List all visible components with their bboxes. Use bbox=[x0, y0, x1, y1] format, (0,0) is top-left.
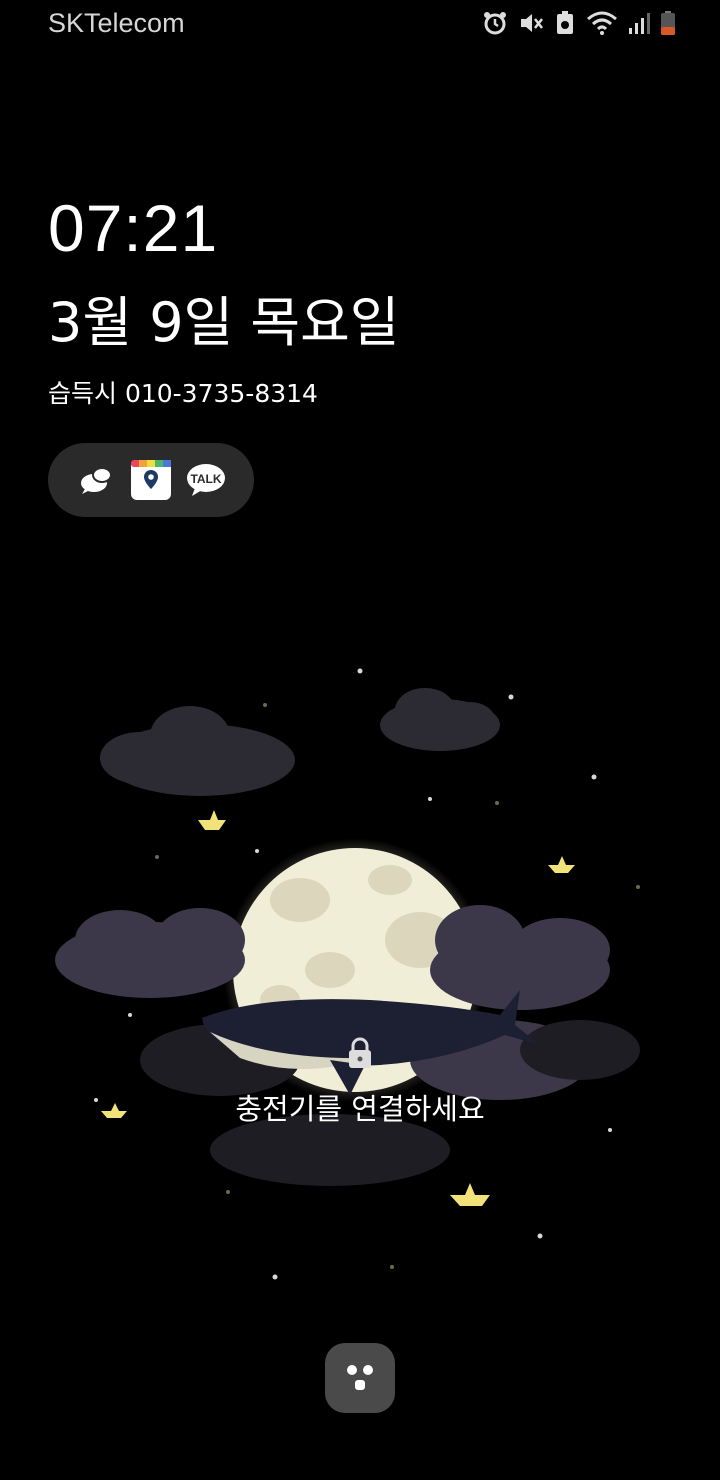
battery-saver-icon bbox=[554, 10, 576, 36]
signal-icon bbox=[628, 10, 650, 36]
mute-icon bbox=[518, 10, 544, 36]
carrier-name: SKTelecom bbox=[48, 8, 185, 38]
wifi-icon bbox=[586, 10, 618, 36]
lockscreen-date: 3월 9일 목요일 bbox=[48, 291, 400, 354]
charge-hint-text: 충전기를 연결하세요 bbox=[235, 1092, 485, 1126]
kakaotalk-icon[interactable]: TALK bbox=[184, 458, 228, 502]
lockscreen-time: 07:21 bbox=[48, 191, 219, 265]
alarm-icon bbox=[482, 10, 508, 36]
status-icons bbox=[482, 10, 676, 36]
battery-icon bbox=[660, 10, 676, 36]
whale-moon-wallpaper bbox=[55, 668, 640, 1280]
status-bar: SKTelecom bbox=[0, 0, 720, 52]
gayo-app-icon[interactable] bbox=[129, 458, 173, 502]
bixby-button[interactable] bbox=[325, 1343, 395, 1413]
owner-info: 습득시 010-3735-8314 bbox=[48, 379, 318, 408]
notification-icons-pill[interactable]: TALK bbox=[48, 443, 254, 517]
bixby-icon bbox=[347, 1365, 373, 1390]
svg-text:TALK: TALK bbox=[191, 472, 222, 486]
lock-icon bbox=[345, 1036, 375, 1074]
chat-bubble-icon[interactable] bbox=[74, 458, 118, 502]
